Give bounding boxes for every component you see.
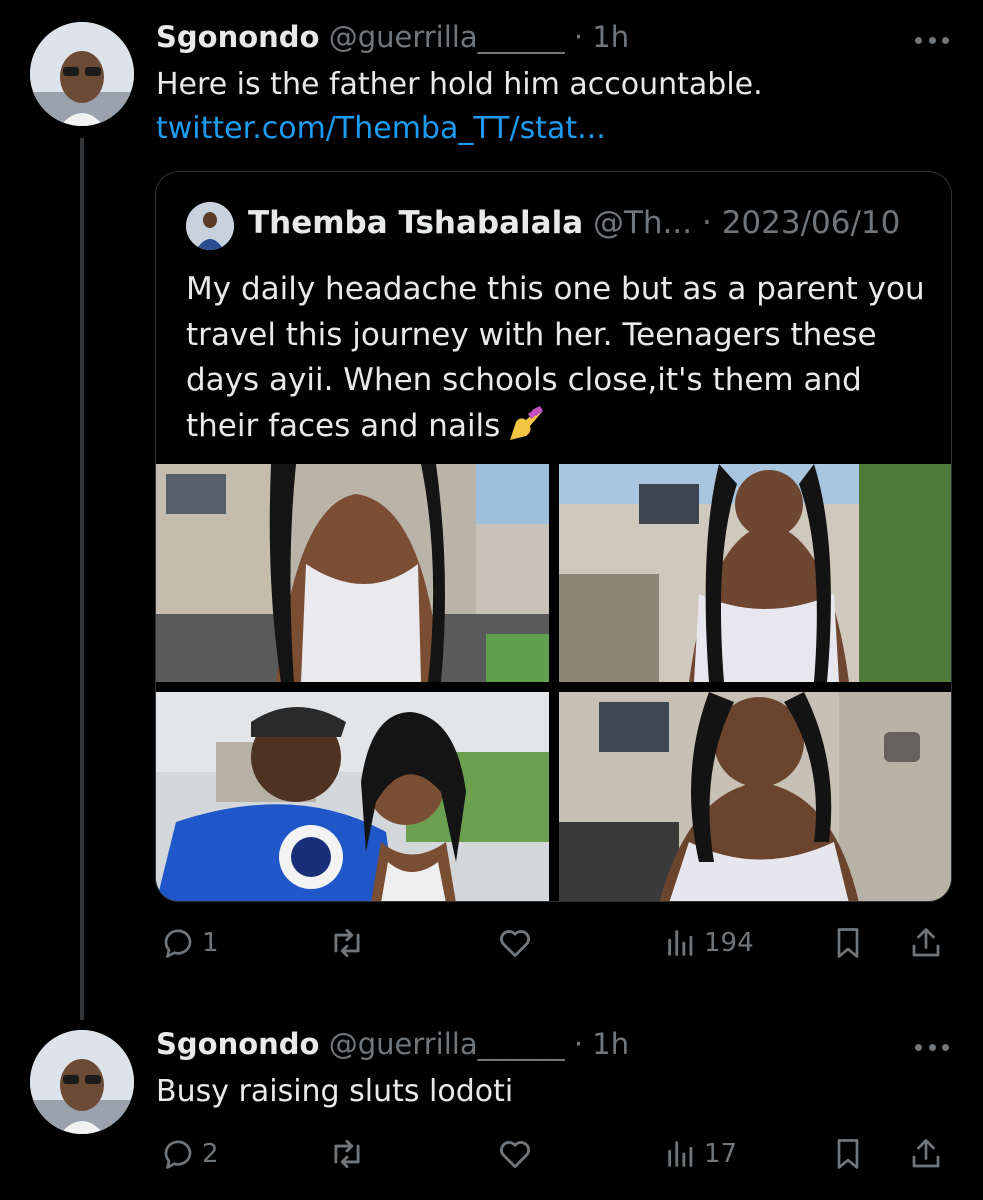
bookmark-icon (837, 928, 859, 958)
views-icon (668, 930, 693, 956)
nail-polish-emoji (506, 404, 544, 456)
bookmark-button[interactable] (830, 1132, 866, 1176)
media-photo-1[interactable] (156, 464, 549, 682)
views-count: 17 (704, 1139, 738, 1169)
retweet-button[interactable] (328, 1132, 372, 1176)
like-button[interactable] (496, 921, 540, 965)
author-avatar[interactable] (30, 22, 134, 126)
reply-button[interactable]: 2 (160, 1132, 219, 1176)
tweet-1[interactable]: Sgonondo @guerrilla______ · 1h Here is t… (0, 0, 983, 1020)
author-handle[interactable]: @guerrilla______ (329, 20, 565, 54)
quoted-author-name[interactable]: Themba Tshabalala (248, 205, 583, 241)
quoted-author-handle[interactable]: @Th... (593, 205, 692, 241)
reply-icon (164, 929, 192, 958)
share-icon (912, 928, 940, 957)
quoted-text: My daily headache this one but as a pare… (186, 271, 925, 444)
tweet-link[interactable]: twitter.com/Themba_TT/stat... (156, 111, 606, 146)
reply-button[interactable]: 1 (160, 921, 219, 965)
tweet-2[interactable]: Sgonondo @guerrilla______ · 1h Busy rais… (0, 1015, 983, 1200)
reply-count: 1 (202, 928, 219, 958)
reply-count: 2 (202, 1139, 219, 1169)
share-button[interactable] (908, 1132, 944, 1176)
heart-icon (500, 1141, 530, 1169)
tweet-time[interactable]: · 1h (574, 1027, 629, 1061)
tweet-actions: 1 194 (156, 921, 956, 965)
tweet-actions: 2 17 (156, 1132, 956, 1176)
author-avatar[interactable] (30, 1030, 134, 1134)
media-photo-4[interactable] (559, 692, 951, 901)
tweet-header: Sgonondo @guerrilla______ · 1h (156, 1027, 629, 1061)
author-name[interactable]: Sgonondo (156, 20, 319, 54)
heart-icon (500, 930, 530, 958)
retweet-icon (334, 928, 360, 958)
tweet-time[interactable]: · 1h (574, 20, 629, 54)
bookmark-button[interactable] (830, 921, 866, 965)
quoted-header: Themba Tshabalala @Th... · 2023/06/10 (248, 205, 900, 241)
tweet-text: Here is the father hold him accountable. (156, 67, 763, 102)
quoted-tweet[interactable]: Themba Tshabalala @Th... · 2023/06/10 My… (155, 171, 952, 902)
views-button[interactable]: 17 (664, 1132, 737, 1176)
more-options-icon[interactable] (915, 34, 949, 46)
retweet-icon (334, 1139, 360, 1169)
quoted-text-block: My daily headache this one but as a pare… (186, 267, 936, 455)
views-count: 194 (704, 928, 754, 958)
author-handle[interactable]: @guerrilla______ (329, 1027, 565, 1061)
bookmark-icon (837, 1139, 859, 1169)
media-photo-2[interactable] (559, 464, 951, 682)
share-icon (912, 1139, 940, 1168)
media-photo-3[interactable] (156, 692, 549, 901)
thread-line (80, 138, 84, 1020)
share-button[interactable] (908, 921, 944, 965)
tweet-text: Busy raising sluts lodoti (156, 1074, 514, 1109)
quoted-author-avatar[interactable] (186, 202, 234, 250)
reply-icon (164, 1140, 192, 1169)
retweet-button[interactable] (328, 921, 372, 965)
more-options-icon[interactable] (915, 1041, 949, 1053)
author-name[interactable]: Sgonondo (156, 1027, 319, 1061)
quoted-date[interactable]: · 2023/06/10 (702, 205, 900, 241)
like-button[interactable] (496, 1132, 540, 1176)
tweet-header: Sgonondo @guerrilla______ · 1h (156, 20, 629, 54)
media-grid (156, 464, 951, 901)
views-button[interactable]: 194 (664, 921, 754, 965)
views-icon (668, 1141, 693, 1167)
